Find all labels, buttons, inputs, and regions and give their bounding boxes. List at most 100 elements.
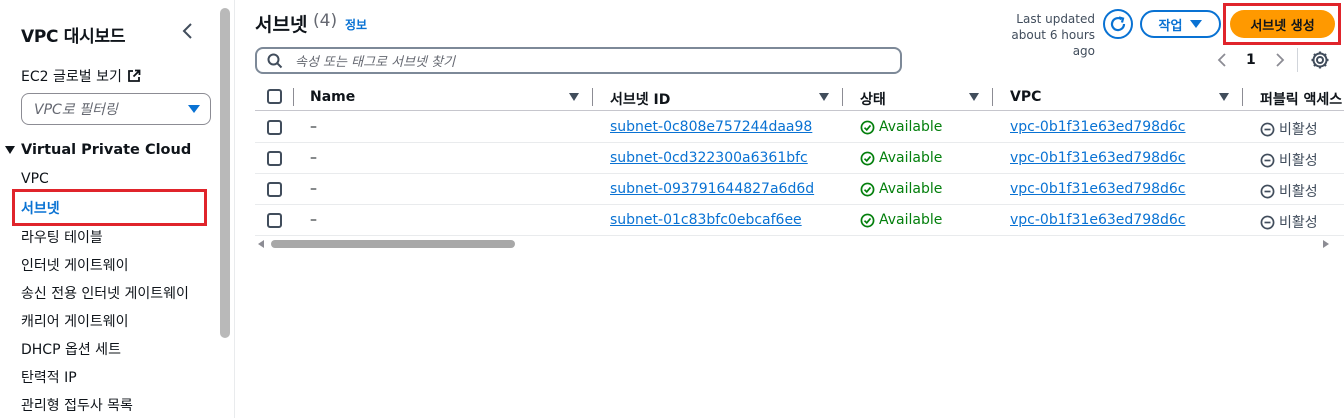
sidebar: VPC 대시보드 EC2 글로벌 보기 VPC로 필터링 Virtual Pri… xyxy=(0,0,235,418)
select-all-checkbox[interactable] xyxy=(267,89,282,104)
sidebar-item-internet-gateways[interactable]: 인터넷 게이트웨이 xyxy=(21,255,129,275)
column-divider xyxy=(592,88,593,106)
cell-state: Available xyxy=(860,150,942,166)
scroll-left-arrow[interactable] xyxy=(258,240,264,248)
cell-state: Available xyxy=(860,212,942,228)
public-access-label: 비활성 xyxy=(1279,215,1318,231)
cell-state: Available xyxy=(860,119,942,135)
vpc-id-link[interactable]: vpc-0b1f31e63ed798d6c xyxy=(1010,212,1186,228)
sidebar-item-dhcp-options[interactable]: DHCP 옵션 세트 xyxy=(21,339,121,359)
column-divider xyxy=(842,88,843,106)
chevron-left-icon[interactable] xyxy=(180,22,196,40)
caret-down-icon xyxy=(5,146,15,154)
public-access-label: 비활성 xyxy=(1279,184,1318,200)
sort-icon[interactable] xyxy=(819,93,829,101)
check-circle-icon xyxy=(860,213,875,227)
table-row[interactable]: – subnet-0c808e757244daa98 Available vpc… xyxy=(255,112,1344,143)
last-updated-time: about 6 hours ago xyxy=(1011,28,1095,58)
column-divider xyxy=(293,88,294,106)
subnet-id-link[interactable]: subnet-01c83bfc0ebcaf6ee xyxy=(610,212,802,228)
vpc-id-link[interactable]: vpc-0b1f31e63ed798d6c xyxy=(1010,119,1186,135)
create-highlight-box xyxy=(1223,3,1341,45)
cell-state: Available xyxy=(860,181,942,197)
table-row[interactable]: – subnet-01c83bfc0ebcaf6ee Available vpc… xyxy=(255,205,1344,236)
sort-icon[interactable] xyxy=(1219,93,1229,101)
sidebar-item-prefix-lists[interactable]: 관리형 접두사 목록 xyxy=(21,395,133,415)
cell-public-access: 비활성 xyxy=(1260,150,1318,170)
info-link[interactable]: 정보 xyxy=(345,16,367,33)
sidebar-item-egress-only-gateways[interactable]: 송신 전용 인터넷 게이트웨이 xyxy=(21,283,189,303)
page-number[interactable]: 1 xyxy=(1246,52,1256,68)
check-circle-icon xyxy=(860,182,875,196)
sidebar-title[interactable]: VPC 대시보드 xyxy=(21,22,125,47)
subnet-id-link[interactable]: subnet-0c808e757244daa98 xyxy=(610,119,812,135)
state-label: Available xyxy=(879,119,943,135)
sidebar-item-carrier-gateways[interactable]: 캐리어 게이트웨이 xyxy=(21,311,129,331)
cell-name: – xyxy=(310,119,317,135)
chevron-right-icon[interactable] xyxy=(1272,52,1286,68)
sidebar-item-route-tables[interactable]: 라우팅 테이블 xyxy=(21,227,103,247)
cell-public-access: 비활성 xyxy=(1260,181,1318,201)
ec2-global-view-link[interactable]: EC2 글로벌 보기 xyxy=(21,66,141,86)
check-circle-icon xyxy=(860,120,875,134)
external-link-icon xyxy=(127,69,141,82)
row-checkbox[interactable] xyxy=(267,151,282,166)
cell-public-access: 비활성 xyxy=(1260,119,1318,139)
table-header: Name 서브넷 ID 상태 VPC 퍼블릭 액세스 xyxy=(255,84,1344,111)
page-title: 서브넷 xyxy=(255,14,308,36)
cell-name: – xyxy=(310,212,317,228)
search-placeholder: 속성 또는 태그로 서브넷 찾기 xyxy=(295,55,456,70)
sidebar-item-elastic-ips[interactable]: 탄력적 IP xyxy=(21,367,77,387)
minus-circle-icon xyxy=(1260,153,1275,167)
refresh-button[interactable] xyxy=(1103,9,1133,39)
state-label: Available xyxy=(879,212,943,228)
last-updated: Last updated about 6 hours ago xyxy=(990,11,1095,59)
column-header-state[interactable]: 상태 xyxy=(860,89,886,109)
sidebar-section-vpc[interactable]: Virtual Private Cloud xyxy=(5,142,191,158)
column-divider xyxy=(1242,88,1243,106)
ec2-global-view-label: EC2 글로벌 보기 xyxy=(21,69,122,85)
column-header-public-access[interactable]: 퍼블릭 액세스 xyxy=(1260,89,1344,109)
minus-circle-icon xyxy=(1260,184,1275,198)
sidebar-section-label: Virtual Private Cloud xyxy=(21,142,192,158)
column-header-vpc[interactable]: VPC xyxy=(1010,89,1041,105)
vpc-filter-placeholder: VPC로 필터링 xyxy=(34,102,118,118)
minus-circle-icon xyxy=(1260,122,1275,136)
column-divider xyxy=(992,88,993,106)
scroll-right-arrow[interactable] xyxy=(1323,240,1329,248)
actions-button[interactable]: 작업 xyxy=(1140,10,1221,38)
actions-label: 작업 xyxy=(1158,18,1183,34)
table-horizontal-scrollbar[interactable] xyxy=(271,240,515,248)
divider xyxy=(1297,48,1298,72)
subnet-count: (4) xyxy=(313,11,338,31)
sort-icon[interactable] xyxy=(969,93,979,101)
sidebar-scrollbar[interactable] xyxy=(220,8,230,338)
chevron-left-icon[interactable] xyxy=(1216,52,1230,68)
vpc-id-link[interactable]: vpc-0b1f31e63ed798d6c xyxy=(1010,150,1186,166)
search-icon xyxy=(267,53,283,68)
sidebar-item-vpc[interactable]: VPC xyxy=(21,171,49,187)
table-row[interactable]: – subnet-093791644827a6d6d Available vpc… xyxy=(255,174,1344,205)
cell-public-access: 비활성 xyxy=(1260,212,1318,232)
state-label: Available xyxy=(879,181,943,197)
column-header-subnet-id[interactable]: 서브넷 ID xyxy=(610,89,670,109)
table-row[interactable]: – subnet-0cd322300a6361bfc Available vpc… xyxy=(255,143,1344,174)
public-access-label: 비활성 xyxy=(1279,122,1318,138)
minus-circle-icon xyxy=(1260,215,1275,229)
row-checkbox[interactable] xyxy=(267,182,282,197)
subnet-id-link[interactable]: subnet-093791644827a6d6d xyxy=(610,181,814,197)
row-checkbox[interactable] xyxy=(267,120,282,135)
search-input[interactable]: 속성 또는 태그로 서브넷 찾기 xyxy=(255,47,902,74)
check-circle-icon xyxy=(860,151,875,165)
column-header-name[interactable]: Name xyxy=(310,89,355,105)
subnets-highlight-box xyxy=(12,189,207,226)
vpc-id-link[interactable]: vpc-0b1f31e63ed798d6c xyxy=(1010,181,1186,197)
sort-icon[interactable] xyxy=(569,93,579,101)
vpc-filter-select[interactable]: VPC로 필터링 xyxy=(21,93,211,125)
public-access-label: 비활성 xyxy=(1279,153,1318,169)
refresh-icon xyxy=(1110,16,1126,32)
gear-icon[interactable] xyxy=(1310,50,1330,70)
row-checkbox[interactable] xyxy=(267,213,282,228)
state-label: Available xyxy=(879,150,943,166)
subnet-id-link[interactable]: subnet-0cd322300a6361bfc xyxy=(610,150,808,166)
